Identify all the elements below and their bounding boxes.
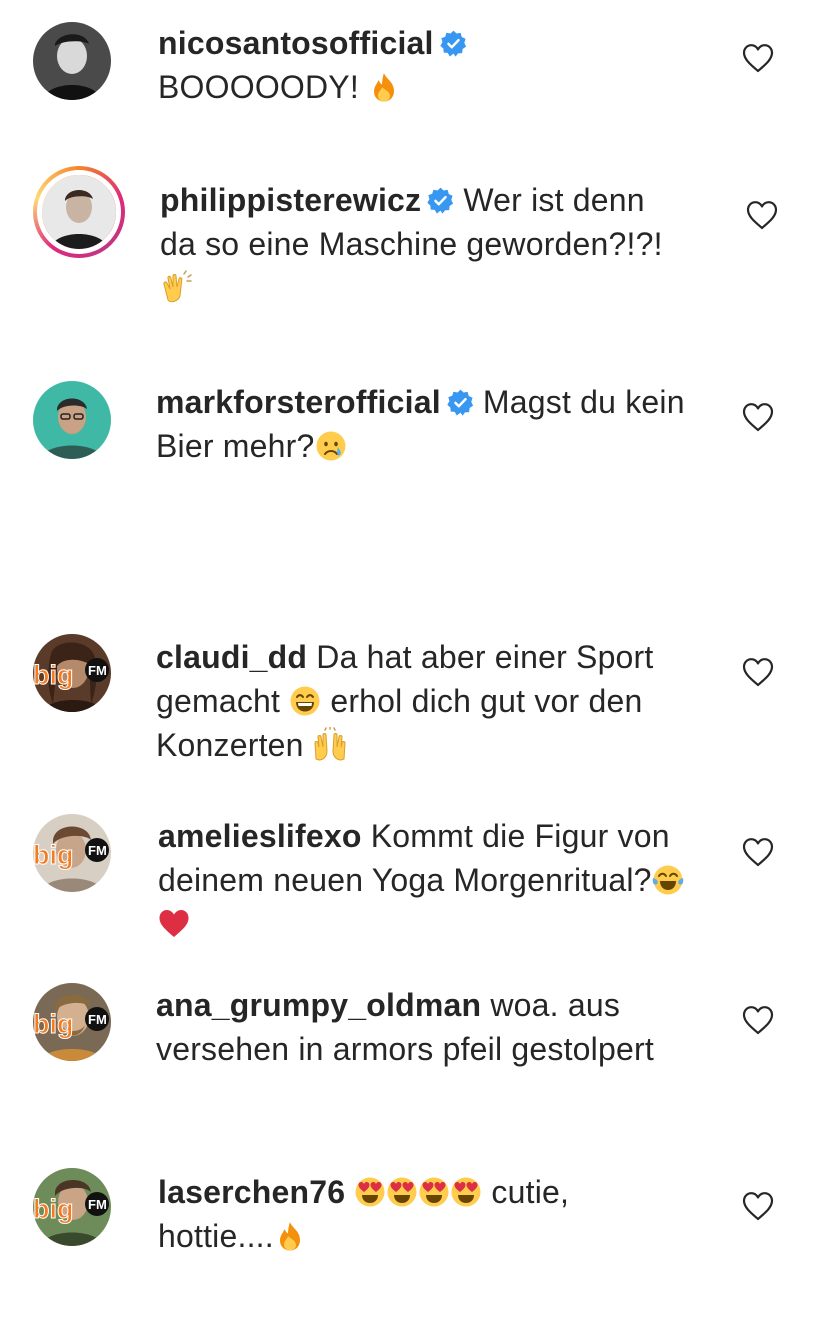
comment-username[interactable]: claudi_dd [156, 639, 307, 675]
comment-body-part2: hottie.... [158, 1218, 274, 1254]
red-heart-emoji-icon [159, 910, 189, 937]
comment-body: BOOOOODY! [158, 69, 359, 105]
like-heart-icon[interactable] [742, 837, 774, 867]
heart-eyes-emoji-icon [419, 1177, 449, 1207]
bigfm-logo-fm: FM [88, 663, 107, 678]
fire-emoji-icon [274, 1220, 306, 1252]
heart-eyes-emoji-group [354, 1174, 491, 1210]
bigfm-logo-big: big [33, 840, 74, 870]
comment-text: claudi_dd Da hat aber einer Sport gemach… [156, 635, 716, 767]
comment-username[interactable]: laserchen76 [158, 1174, 345, 1210]
bigfm-logo-icon: big FM [33, 658, 109, 691]
like-heart-icon[interactable] [742, 657, 774, 687]
avatar[interactable] [33, 22, 111, 100]
like-heart-icon[interactable] [742, 43, 774, 73]
avatar[interactable] [33, 381, 111, 459]
heart-eyes-emoji-icon [387, 1177, 417, 1207]
comment-username[interactable]: nicosantosofficial [158, 25, 434, 61]
grinning-face-emoji-icon [290, 686, 320, 716]
verified-badge-icon [447, 389, 474, 416]
comment-body-part1: cutie, [491, 1174, 570, 1210]
profile-photo-icon [42, 175, 116, 249]
like-heart-icon[interactable] [746, 200, 778, 230]
raising-hands-emoji-icon [314, 727, 346, 761]
avatar-story-ring[interactable] [33, 166, 125, 258]
comment-text: laserchen76 cutie, hottie.... [158, 1170, 718, 1258]
bigfm-logo-icon: big FM [33, 1007, 109, 1040]
bigfm-logo-fm: FM [88, 843, 107, 858]
like-heart-icon[interactable] [742, 1191, 774, 1221]
comment-username[interactable]: markforsterofficial [156, 384, 441, 420]
verified-badge-icon [440, 30, 467, 57]
comment-text: philippisterewicz Wer ist denn da so ein… [160, 178, 680, 310]
profile-photo-icon [33, 22, 111, 100]
bigfm-logo-big: big [33, 660, 74, 690]
like-heart-icon[interactable] [742, 402, 774, 432]
bigfm-logo-icon: big FM [33, 1192, 109, 1225]
comment-text: markforsterofficial Magst du kein Bier m… [156, 380, 716, 468]
bigfm-logo-big: big [33, 1194, 74, 1224]
fire-emoji-icon [368, 71, 400, 103]
comment-text: ana_grumpy_oldman woa. aus versehen in a… [156, 983, 716, 1071]
comment-text: amelieslifexo Kommt die Figur von deinem… [158, 814, 698, 946]
bigfm-logo-fm: FM [88, 1197, 107, 1212]
comment-text: nicosantosofficial BOOOOODY! [158, 21, 718, 109]
profile-photo-icon [33, 381, 111, 459]
bigfm-logo-icon: big FM [33, 838, 109, 871]
comment-username[interactable]: amelieslifexo [158, 818, 362, 854]
clapping-hands-emoji-icon [163, 270, 192, 303]
heart-eyes-emoji-icon [355, 1177, 385, 1207]
like-heart-icon[interactable] [742, 1005, 774, 1035]
comment-username[interactable]: philippisterewicz [160, 182, 421, 218]
comment-username[interactable]: ana_grumpy_oldman [156, 987, 481, 1023]
heart-eyes-emoji-icon [451, 1177, 481, 1207]
bigfm-logo-fm: FM [88, 1012, 107, 1027]
tears-of-joy-emoji-icon [652, 865, 683, 895]
crying-face-emoji-icon [316, 431, 345, 461]
verified-badge-icon [427, 187, 454, 214]
bigfm-logo-big: big [33, 1009, 74, 1039]
